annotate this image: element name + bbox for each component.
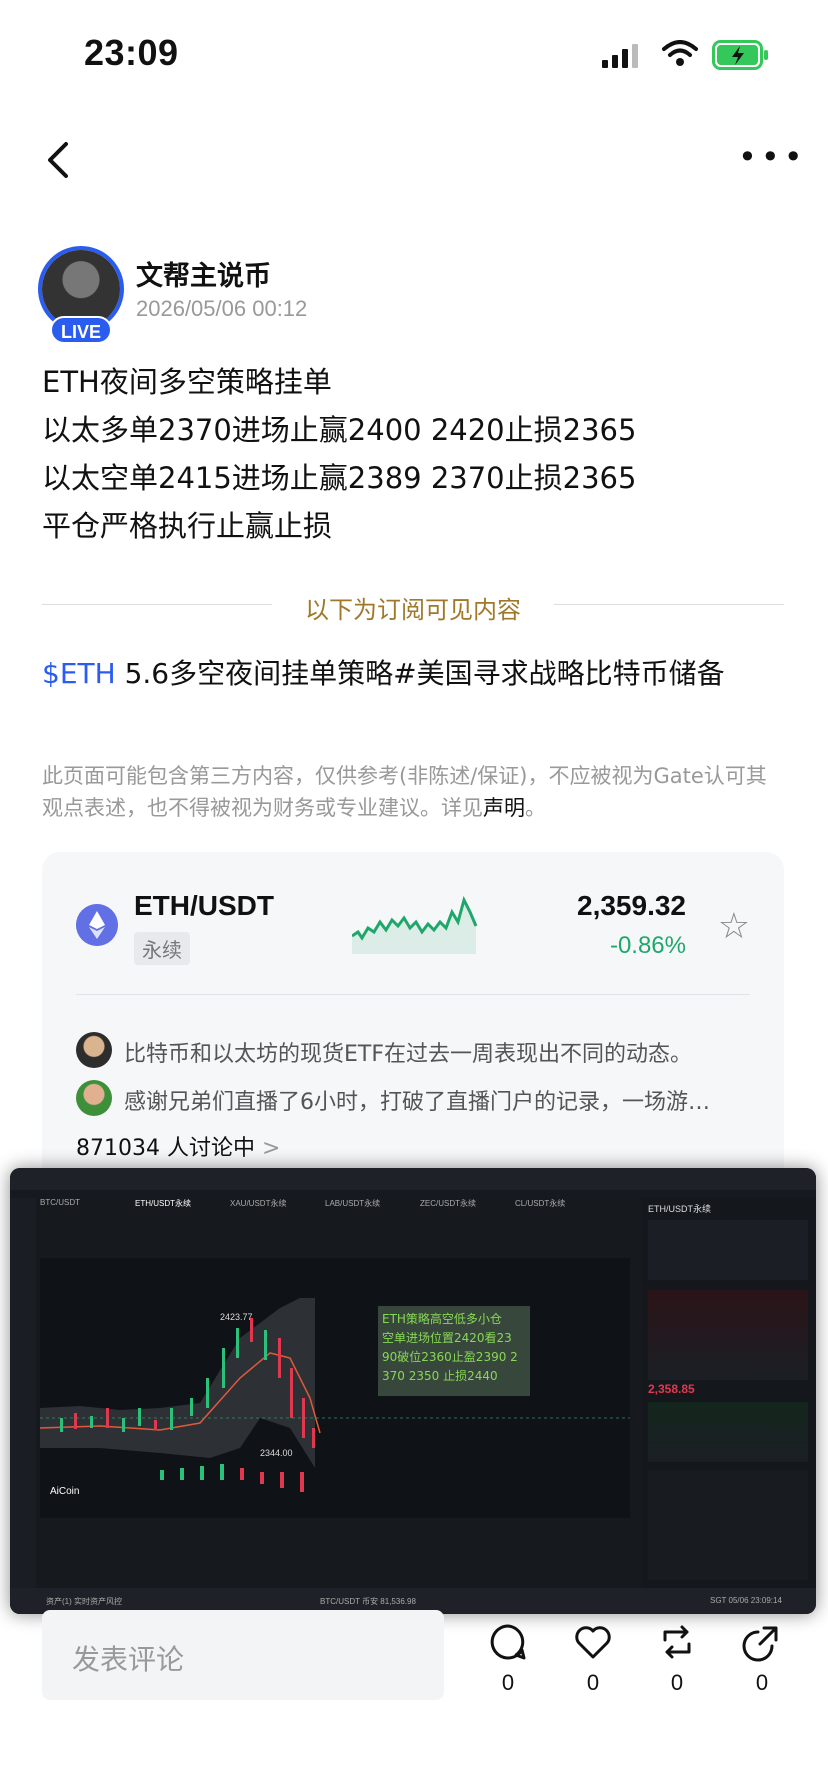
post-date: 2026/05/06 00:12 bbox=[136, 296, 308, 321]
like-count: 0 bbox=[586, 1670, 600, 1695]
market-card[interactable]: ETH/USDT 永续 2,359.32 -0.86% ☆ 比特币和以太坊的现货… bbox=[42, 852, 784, 1182]
annotation-line: 90破位2360止盈2390 2 bbox=[382, 1350, 518, 1364]
chart-annotation: ETH策略高空低多小仓 空单进场位置2420看23 90破位2360止盈2390… bbox=[378, 1306, 530, 1396]
repost-icon bbox=[663, 1625, 691, 1659]
discussion-item[interactable]: 感谢兄弟们直播了6小时，打破了直播门户的记录，一场游… bbox=[76, 1080, 756, 1116]
comment-placeholder: 发表评论 bbox=[72, 1643, 185, 1676]
post-line: 以太多单2370进场止赢2400 2420止损2365 bbox=[42, 413, 637, 447]
annotation-line: 370 2350 止损2440 bbox=[382, 1369, 498, 1383]
orderbook-panel: ETH/USDT永续 2,358.85 bbox=[642, 1198, 816, 1588]
terminal-clock: SGT 05/06 23:09:14 bbox=[710, 1596, 782, 1605]
orderbook-last-price: 2,358.85 bbox=[648, 1382, 695, 1396]
share-button[interactable]: 0 bbox=[737, 1622, 787, 1702]
avatar bbox=[76, 1080, 112, 1116]
chevron-right-icon: > bbox=[261, 1136, 281, 1161]
battery-icon bbox=[712, 40, 768, 70]
terminal-topbar bbox=[10, 1168, 816, 1190]
status-bar: 23:09 bbox=[0, 0, 828, 110]
heart-icon bbox=[575, 1626, 611, 1659]
discussion-count[interactable]: 871034 人讨论中 > bbox=[76, 1130, 280, 1162]
back-icon[interactable] bbox=[42, 140, 76, 180]
annotation-line: 空单进场位置2420看23 bbox=[382, 1331, 512, 1345]
post-line: 平仓严格执行止赢止损 bbox=[42, 509, 333, 543]
topic-text: 5.6多空夜间挂单策略#美国寻求战略比特币储备 bbox=[115, 657, 725, 690]
sparkline-chart bbox=[352, 895, 478, 954]
pair-name: ETH/USDT bbox=[134, 890, 274, 921]
discussion-item[interactable]: 比特币和以太坊的现货ETF在过去一周表现出不同的动态。 bbox=[76, 1032, 756, 1068]
post-topic: $ETH 5.6多空夜间挂单策略#美国寻求战略比特币储备 bbox=[42, 650, 782, 698]
price-change: -0.86% bbox=[609, 932, 686, 959]
discussion-count-text: 871034 人讨论中 bbox=[76, 1136, 255, 1161]
last-price: 2,359.32 bbox=[577, 890, 686, 921]
disclaimer-link[interactable]: 声明 bbox=[483, 796, 525, 820]
more-menu-icon[interactable]: ••• bbox=[738, 141, 807, 173]
terminal-sidebar bbox=[10, 1198, 36, 1588]
trading-terminal-screenshot: BTC/USDT ETH/USDT永续 XAU/USDT永续 LAB/USDT永… bbox=[10, 1168, 816, 1614]
repost-count: 0 bbox=[670, 1670, 684, 1695]
candlestick-svg: 2423.77 2344.00 AiCoin bbox=[39, 1298, 630, 1497]
repost-button[interactable]: 0 bbox=[652, 1622, 702, 1702]
chart-low-label: 2344.00 bbox=[260, 1448, 293, 1458]
orderbook-asks bbox=[648, 1290, 808, 1380]
terminal-tabs: BTC/USDT ETH/USDT永续 XAU/USDT永续 LAB/USDT永… bbox=[40, 1198, 630, 1224]
avatar bbox=[76, 1032, 112, 1068]
orderbook-title: ETH/USDT永续 bbox=[648, 1204, 712, 1214]
status-time: 23:09 bbox=[84, 32, 179, 73]
share-count: 0 bbox=[755, 1670, 769, 1695]
orderbook-stats bbox=[648, 1220, 808, 1280]
post-line: 以太空单2415进场止赢2389 2370止损2365 bbox=[42, 461, 637, 495]
subscription-divider: 以下为订阅可见内容 bbox=[42, 584, 784, 624]
discussion-text: 比特币和以太坊的现货ETF在过去一周表现出不同的动态。 bbox=[124, 1042, 692, 1067]
favorite-star-icon[interactable]: ☆ bbox=[718, 906, 750, 947]
annotation-line: ETH策略高空低多小仓 bbox=[382, 1312, 502, 1326]
disclaimer: 此页面可能包含第三方内容，仅供参考(非陈述/保证)，不应被视为Gate认可其观点… bbox=[42, 760, 782, 824]
eth-icon bbox=[76, 904, 118, 946]
candlestick-chart: 2423.77 2344.00 AiCoin bbox=[39, 1258, 630, 1518]
trades-list bbox=[648, 1470, 808, 1580]
coin-tag[interactable]: $ETH bbox=[42, 657, 116, 690]
orderbook-bids bbox=[648, 1402, 808, 1462]
terminal-assets: 资产(1) 实时资产风控 bbox=[46, 1597, 122, 1606]
divider-label: 以下为订阅可见内容 bbox=[305, 596, 521, 624]
aicoin-watermark: AiCoin bbox=[50, 1486, 79, 1497]
comment-icon bbox=[490, 1624, 526, 1660]
post-body: ETH夜间多空策略挂单 以太多单2370进场止赢2400 2420止损2365 … bbox=[42, 358, 802, 550]
terminal-ticker: BTC/USDT 币安 81,536.98 bbox=[320, 1597, 416, 1606]
chart-high-label: 2423.77 bbox=[220, 1312, 253, 1322]
post-line: ETH夜间多空策略挂单 bbox=[42, 365, 332, 399]
comment-button[interactable]: 0 bbox=[483, 1622, 533, 1702]
discussion-text: 感谢兄弟们直播了6小时，打破了直播门户的记录，一场游… bbox=[124, 1090, 710, 1115]
author-name[interactable]: 文帮主说币 bbox=[136, 254, 271, 293]
share-icon bbox=[742, 1626, 778, 1662]
contract-type-badge: 永续 bbox=[134, 932, 190, 965]
disclaimer-end: 。 bbox=[525, 796, 546, 820]
card-separator bbox=[76, 994, 750, 995]
disclaimer-text: 此页面可能包含第三方内容，仅供参考(非陈述/保证)，不应被视为Gate认可其观点… bbox=[42, 764, 767, 820]
signal-icon bbox=[602, 44, 638, 68]
comment-count: 0 bbox=[501, 1670, 515, 1695]
like-button[interactable]: 0 bbox=[568, 1622, 618, 1702]
wifi-icon bbox=[662, 40, 698, 66]
live-badge: LIVE bbox=[50, 316, 112, 344]
comment-input[interactable]: 发表评论 bbox=[42, 1610, 444, 1700]
